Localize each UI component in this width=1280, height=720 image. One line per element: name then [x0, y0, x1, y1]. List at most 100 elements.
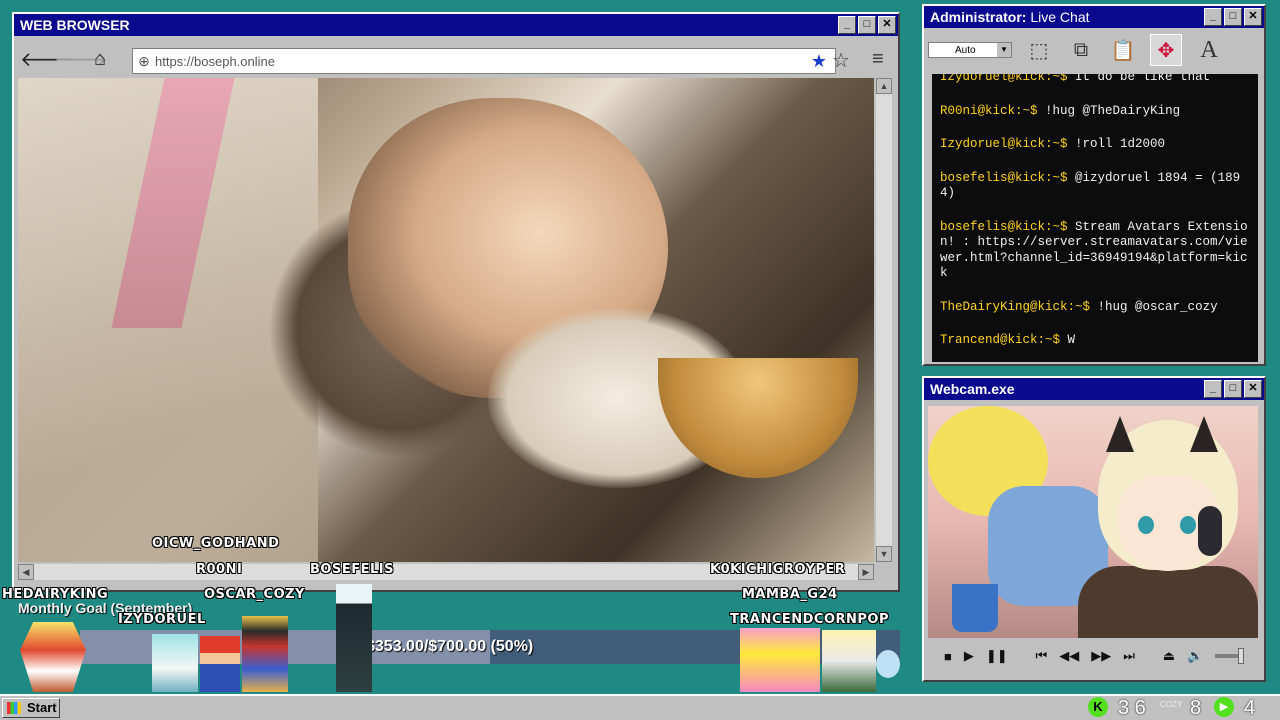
copy-icon[interactable]: ⧉: [1066, 35, 1096, 65]
chat-username: bosefelis@kick:~$: [940, 170, 1068, 185]
chat-text: !hug @oscar_cozy: [1097, 299, 1218, 314]
avatar-sprite: [242, 616, 288, 692]
chat-message: bosefelis@kick:~$ @izydoruel 1894 = (189…: [940, 171, 1250, 202]
chat-text: !hug @TheDairyKing: [1045, 103, 1181, 118]
avatar-sprite: [152, 634, 198, 692]
vertical-scrollbar[interactable]: ▲ ▼: [876, 78, 892, 562]
minimize-button[interactable]: _: [838, 16, 856, 34]
chat-window: Administrator: Live Chat _ □ ✕ Auto ▼ ⬚ …: [922, 4, 1266, 366]
webcam-titlebar[interactable]: Webcam.exe _ □ ✕: [924, 378, 1264, 400]
viewer-name: R00NI: [196, 562, 243, 577]
chat-username: Izydoruel@kick:~$: [940, 74, 1068, 84]
avatar-headset: [1198, 506, 1222, 556]
move-icon[interactable]: ✥: [1150, 34, 1182, 66]
viewer-name: OSCAR_COZY: [204, 587, 305, 602]
avatar-sprite: [822, 630, 876, 692]
windows-logo-icon: [7, 702, 21, 714]
volume-slider[interactable]: [1215, 648, 1245, 664]
chat-message: Izydoruel@kick:~$ !roll 1d2000: [940, 137, 1250, 153]
star-outline-icon[interactable]: ☆: [832, 48, 850, 73]
auto-select-value: Auto: [955, 45, 976, 56]
chat-message: bosefelis@kick:~$ Stream Avatars Extensi…: [940, 220, 1250, 282]
back-arrow-icon[interactable]: 🡐: [20, 47, 74, 72]
eject-icon[interactable]: ⏏: [1163, 648, 1175, 664]
play-icon[interactable]: ▶: [964, 648, 974, 664]
close-button[interactable]: ✕: [1244, 8, 1262, 26]
avatar-body: [1078, 566, 1258, 638]
cat-ear-icon: [1106, 416, 1134, 452]
chat-title: Live Chat: [1030, 9, 1090, 25]
chat-message: R00ni@kick:~$ !hug @TheDairyKing: [940, 104, 1250, 120]
scroll-down-icon[interactable]: ▼: [876, 546, 892, 562]
text-tool-icon[interactable]: A: [1194, 35, 1224, 65]
browser-window: WEB BROWSER _ □ ✕ 🡐 🡒 ⌂ ⊕ https://boseph…: [12, 12, 900, 592]
auto-select[interactable]: Auto ▼: [928, 42, 1012, 58]
avatar-sprite: [740, 628, 820, 692]
play-count: 4: [1244, 697, 1256, 719]
address-bar[interactable]: ⊕ https://boseph.online ★: [132, 48, 836, 74]
close-button[interactable]: ✕: [878, 16, 896, 34]
chat-title-prefix: Administrator:: [930, 9, 1027, 25]
chat-text: W: [1067, 333, 1076, 347]
avatar-sprite: [200, 636, 240, 692]
chat-username: Izydoruel@kick:~$: [940, 137, 1068, 151]
skip-end-icon[interactable]: ⏭: [1123, 648, 1135, 664]
scroll-up-icon[interactable]: ▲: [876, 78, 892, 94]
chat-log[interactable]: Izydoruel@kick:~$ It do be like that R00…: [932, 74, 1258, 362]
globe-icon: ⊕: [138, 52, 150, 69]
avatar-sprite: [20, 622, 86, 692]
maximize-button[interactable]: □: [1224, 380, 1242, 398]
kick-logo-icon: K: [1088, 697, 1108, 717]
maximize-button[interactable]: □: [1224, 8, 1242, 26]
browser-titlebar[interactable]: WEB BROWSER _ □ ✕: [14, 14, 898, 36]
scroll-right-icon[interactable]: ▶: [858, 564, 874, 580]
forward-arrow-icon[interactable]: 🡒: [54, 47, 108, 72]
media-controls: ■ ▶ ❚❚ ⏮ ◀◀ ▶▶ ⏭ ⏏ 🔈: [928, 640, 1258, 672]
home-icon[interactable]: ⌂: [88, 48, 112, 71]
viewer-name: TRANCENDCORNPOP: [730, 612, 889, 627]
star-filled-icon[interactable]: ★: [811, 51, 827, 72]
play-circle-icon: ▶: [1214, 697, 1234, 717]
fast-forward-icon[interactable]: ▶▶: [1091, 648, 1111, 664]
webcam-feed: [928, 406, 1258, 638]
video-viewport[interactable]: [18, 78, 874, 562]
url-text: https://boseph.online: [155, 53, 275, 69]
volume-icon[interactable]: 🔈: [1187, 648, 1203, 664]
chat-message: Izydoruel@kick:~$ It do be like that: [940, 74, 1250, 86]
goal-amount: $353.00/$700.00 (50%): [366, 638, 534, 655]
cat-ear-icon: [1190, 416, 1218, 452]
marquee-select-icon[interactable]: ⬚: [1024, 35, 1054, 65]
close-button[interactable]: ✕: [1244, 380, 1262, 398]
webcam-title: Webcam.exe: [930, 381, 1015, 397]
viewer-name: HEDAIRYKING: [2, 587, 109, 602]
chat-titlebar[interactable]: Administrator: Live Chat _ □ ✕: [924, 6, 1264, 28]
rewind-icon[interactable]: ◀◀: [1059, 648, 1079, 664]
maximize-button[interactable]: □: [858, 16, 876, 34]
viewer-name: K0KICHIGROYPER: [710, 562, 846, 577]
start-label: Start: [27, 700, 57, 715]
skip-start-icon[interactable]: ⏮: [1036, 648, 1048, 664]
minimize-button[interactable]: _: [1204, 380, 1222, 398]
hamburger-menu-icon[interactable]: ≡: [872, 48, 884, 71]
chat-username: Trancend@kick:~$: [940, 333, 1061, 347]
paste-icon[interactable]: 📋: [1108, 35, 1138, 65]
avatar-eye: [1180, 516, 1196, 534]
chat-username: R00ni@kick:~$: [940, 103, 1038, 118]
start-button[interactable]: Start: [2, 698, 60, 718]
minimize-button[interactable]: _: [1204, 8, 1222, 26]
avatar-sprite: [336, 584, 372, 692]
viewer-name: OICW_GODHAND: [152, 536, 280, 551]
viewer-name: MAMBA_G24: [742, 587, 838, 602]
cozy-count: 8: [1190, 697, 1202, 719]
avatar-sprite: [876, 650, 900, 678]
pause-icon[interactable]: ❚❚: [986, 648, 1008, 664]
scroll-left-icon[interactable]: ◀: [18, 564, 34, 580]
chat-username: bosefelis@kick:~$: [940, 219, 1068, 234]
webcam-window: Webcam.exe _ □ ✕ ■ ▶ ❚❚ ⏮ ◀◀ ▶▶ ⏭ ⏏ 🔈: [922, 376, 1266, 682]
chevron-down-icon: ▼: [997, 43, 1011, 57]
viewer-name: IZYDORUEL: [118, 612, 206, 627]
stop-icon[interactable]: ■: [944, 649, 952, 664]
browser-title: WEB BROWSER: [20, 17, 130, 33]
avatar-eye: [1138, 516, 1154, 534]
chat-message: Trancend@kick:~$ W: [940, 333, 1250, 349]
